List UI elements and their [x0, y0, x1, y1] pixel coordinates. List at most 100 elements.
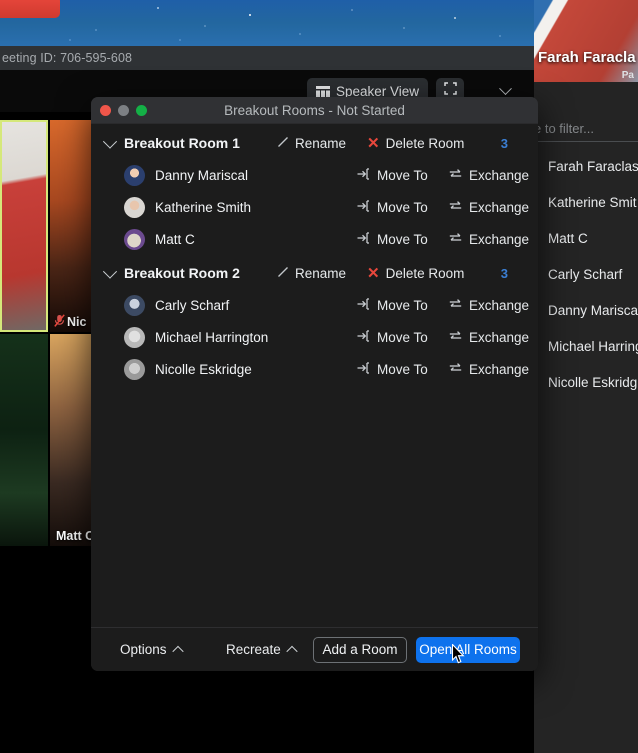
participant-name: Carly Scharf [155, 297, 230, 313]
exchange-label: Exchange [469, 199, 530, 215]
room-name: Breakout Room 1 [124, 135, 240, 151]
move-to-icon [357, 231, 370, 247]
exchange-icon [449, 232, 462, 247]
participant-name: Danny Marisca [548, 302, 638, 318]
participant-name: Matt C [548, 230, 588, 246]
exchange-icon [449, 362, 462, 377]
move-to-icon [357, 199, 370, 215]
x-icon: ✕ [367, 134, 380, 152]
move-to-icon [357, 329, 370, 345]
participant-row[interactable]: Nicolle Eskridge Move To Exchange [91, 353, 538, 385]
rename-room-button[interactable]: Rename [277, 136, 346, 151]
participant-row[interactable]: Matt C Move To Exchange [91, 223, 538, 255]
add-room-button[interactable]: Add a Room [313, 636, 407, 663]
list-item[interactable]: Matt C [534, 220, 638, 256]
shared-screen-stage [0, 0, 534, 46]
rename-room-button[interactable]: Rename [277, 266, 346, 281]
move-to-button[interactable]: Move To [357, 298, 428, 313]
list-item[interactable]: Carly Scharf [534, 256, 638, 292]
dialog-footer: Options Recreate Add a Room Open All Roo… [91, 627, 538, 671]
move-to-label: Move To [377, 297, 428, 313]
move-to-label: Move To [377, 167, 428, 183]
move-to-label: Move To [377, 199, 428, 215]
participant-name: Katherine Smit [548, 194, 637, 210]
chevron-up-icon [171, 645, 184, 657]
active-speaker-video: Farah Faracla Pa [534, 0, 638, 82]
rename-label: Rename [295, 265, 347, 281]
exchange-icon [449, 200, 462, 215]
breakout-rooms-dialog: Breakout Rooms - Not Started Breakout Ro… [91, 97, 538, 671]
room-header[interactable]: Breakout Room 1 Rename ✕ Delete Room 3 [91, 127, 538, 159]
exchange-button[interactable]: Exchange [449, 330, 529, 345]
list-item[interactable]: Danny Marisca [534, 292, 638, 328]
exchange-button[interactable]: Exchange [449, 200, 529, 215]
exchange-button[interactable]: Exchange [449, 232, 529, 247]
dialog-titlebar[interactable]: Breakout Rooms - Not Started [91, 97, 538, 124]
video-thumbnail[interactable] [0, 120, 48, 332]
avatar [124, 164, 145, 186]
list-item[interactable]: Katherine Smit [534, 184, 638, 220]
avatar [124, 326, 145, 348]
participant-name: Nicolle Eskridg [548, 374, 638, 390]
delete-room-button[interactable]: ✕ Delete Room [367, 136, 464, 151]
recreate-button[interactable]: Recreate [226, 642, 298, 657]
pencil-icon [277, 266, 289, 281]
move-to-button[interactable]: Move To [357, 330, 428, 345]
exchange-label: Exchange [469, 361, 530, 377]
grid-icon [315, 85, 330, 98]
participant-name: Danny Mariscal [155, 167, 249, 183]
move-to-button[interactable]: Move To [357, 200, 428, 215]
options-label: Options [120, 642, 167, 657]
move-to-button[interactable]: Move To [357, 232, 428, 247]
participant-row[interactable]: Carly Scharf Move To Exchange [91, 289, 538, 321]
move-to-icon [357, 361, 370, 377]
options-button[interactable]: Options [120, 642, 184, 657]
exchange-icon [449, 330, 462, 345]
exchange-label: Exchange [469, 297, 530, 313]
exchange-button[interactable]: Exchange [449, 168, 529, 183]
room-participant-count: 3 [500, 265, 508, 281]
mouse-cursor [451, 643, 465, 664]
open-all-rooms-button[interactable]: Open All Rooms [416, 636, 520, 663]
delete-room-label: Delete Room [385, 135, 465, 151]
participant-filter-placeholder: e to filter... [534, 121, 594, 136]
close-icon[interactable] [100, 105, 111, 116]
x-icon: ✕ [367, 264, 380, 282]
exchange-button[interactable]: Exchange [449, 298, 529, 313]
list-item[interactable]: Michael Harring [534, 328, 638, 364]
participant-name: Katherine Smith [155, 199, 252, 215]
exchange-button[interactable]: Exchange [449, 362, 529, 377]
exchange-icon [449, 168, 462, 183]
participant-name: Nicolle Eskridge [155, 361, 252, 377]
list-item[interactable]: Farah Faraclas [534, 148, 638, 184]
thumbnail-name: Nic [67, 315, 87, 329]
move-to-button[interactable]: Move To [357, 362, 428, 377]
room-header[interactable]: Breakout Room 2 Rename ✕ Delete Room 3 [91, 257, 538, 289]
room-participant-count: 3 [500, 135, 508, 151]
participant-name: Farah Faraclas [548, 158, 638, 174]
chevron-up-icon [286, 645, 298, 657]
minimize-icon[interactable] [118, 105, 129, 116]
participant-filter-input[interactable]: e to filter... [534, 116, 638, 142]
room-name: Breakout Room 2 [124, 265, 240, 281]
participants-panel: e to filter... Farah Faraclas Katherine … [534, 82, 638, 753]
rooms-list: Breakout Room 1 Rename ✕ Delete Room 3 D… [91, 124, 538, 627]
participant-name: Michael Harring [548, 338, 638, 354]
chevron-down-icon[interactable] [102, 264, 118, 279]
participant-row[interactable]: Katherine Smith Move To Exchange [91, 191, 538, 223]
window-controls [100, 97, 147, 124]
participant-row[interactable]: Michael Harrington Move To Exchange [91, 321, 538, 353]
chevron-down-icon[interactable] [102, 134, 118, 149]
video-thumbnail[interactable] [0, 334, 48, 546]
move-to-button[interactable]: Move To [357, 168, 428, 183]
move-to-label: Move To [377, 361, 428, 377]
move-to-icon [357, 297, 370, 313]
zoom-icon[interactable] [136, 105, 147, 116]
list-item[interactable]: Nicolle Eskridg [534, 364, 638, 400]
recreate-label: Recreate [226, 642, 281, 657]
delete-room-label: Delete Room [385, 265, 465, 281]
participant-row[interactable]: Danny Mariscal Move To Exchange [91, 159, 538, 191]
participants-list: Farah Faraclas Katherine Smit Matt C Car… [534, 148, 638, 400]
delete-room-button[interactable]: ✕ Delete Room [367, 266, 464, 281]
screen: eeting ID: 706-595-608 Speaker View Nic … [0, 0, 638, 753]
